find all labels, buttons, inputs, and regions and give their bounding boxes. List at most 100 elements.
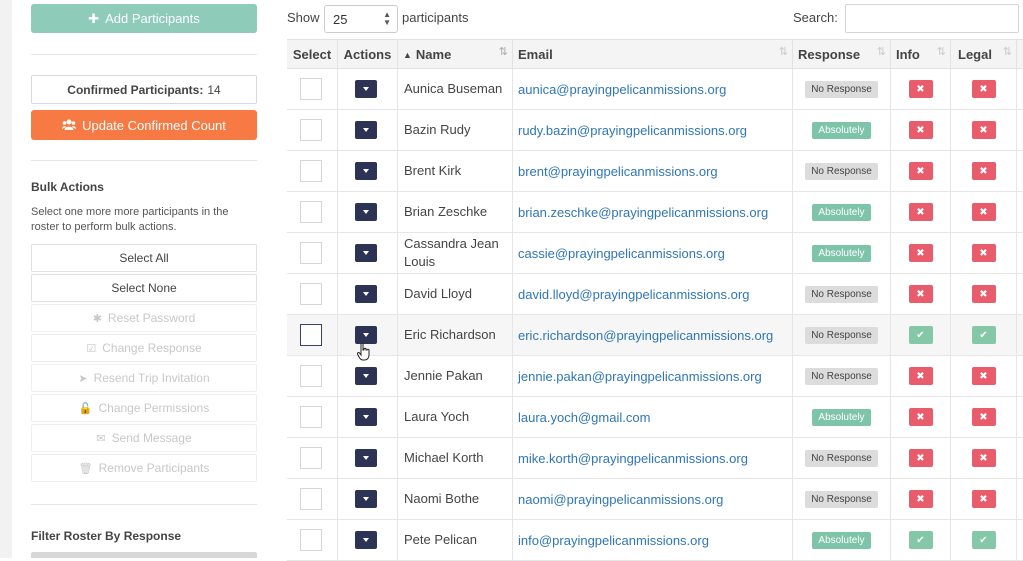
select-none-button[interactable]: Select None (31, 274, 257, 302)
row-actions-dropdown[interactable] (355, 490, 377, 508)
row-checkbox[interactable] (300, 119, 322, 141)
response-cell: No Response (793, 151, 891, 191)
times-icon[interactable]: ✖ (971, 244, 996, 262)
table-row[interactable]: Eric Richardson eric.richardson@prayingpe… (287, 315, 1023, 356)
participant-email-link[interactable]: jennie.pakan@prayingpelicanmissions.org (513, 369, 762, 384)
table-row[interactable]: Pete Pelican info@prayingpelicanmissions.… (287, 520, 1023, 561)
times-icon[interactable]: ✖ (971, 80, 996, 98)
reset-password-button[interactable]: ✱ Reset Password (31, 304, 257, 332)
participant-email-link[interactable]: naomi@prayingpelicanmissions.org (513, 492, 723, 507)
times-icon[interactable]: ✖ (971, 121, 996, 139)
check-icon[interactable]: ✔ (971, 531, 996, 549)
filter-response-bar[interactable] (31, 552, 257, 558)
select-all-button[interactable]: Select All (31, 244, 257, 272)
row-actions-dropdown[interactable] (355, 203, 377, 221)
row-checkbox[interactable] (300, 529, 322, 551)
times-icon[interactable]: ✖ (908, 80, 933, 98)
change-response-button[interactable]: ☑ Change Response (31, 334, 257, 362)
table-row[interactable]: Naomi Bothe naomi@prayingpelicanmissions.… (287, 479, 1023, 520)
check-icon[interactable]: ✔ (908, 326, 933, 344)
times-icon[interactable]: ✖ (908, 285, 933, 303)
caret-down-icon (363, 169, 369, 173)
remove-participants-button[interactable]: 🗑 Remove Participants (31, 454, 257, 482)
table-row[interactable]: David Lloyd david.lloyd@prayingpelicanmis… (287, 274, 1023, 315)
times-icon[interactable]: ✖ (908, 203, 933, 221)
table-row[interactable]: Brent Kirk brent@prayingpelicanmissions.o… (287, 151, 1023, 192)
row-actions-dropdown[interactable] (355, 408, 377, 426)
times-icon[interactable]: ✖ (908, 244, 933, 262)
name-cell: Eric Richardson (398, 315, 513, 355)
row-actions-dropdown[interactable] (355, 121, 377, 139)
participant-email-link[interactable]: david.lloyd@prayingpelicanmissions.org (513, 287, 749, 302)
resend-trip-invitation-button[interactable]: ➤ Resend Trip Invitation (31, 364, 257, 392)
times-icon[interactable]: ✖ (971, 449, 996, 467)
times-icon[interactable]: ✖ (908, 121, 933, 139)
times-icon[interactable]: ✖ (908, 449, 933, 467)
table-row[interactable]: Bazin Rudy rudy.bazin@prayingpelicanmissi… (287, 110, 1023, 151)
times-icon[interactable]: ✖ (908, 162, 933, 180)
change-permissions-button[interactable]: 🔓 Change Permissions (31, 394, 257, 422)
participant-email-link[interactable]: mike.korth@prayingpelicanmissions.org (513, 451, 748, 466)
header-response[interactable]: Response ⇅ (793, 40, 891, 69)
row-actions-dropdown[interactable] (355, 244, 377, 262)
participant-email-link[interactable]: info@prayingpelicanmissions.org (513, 533, 709, 548)
times-icon[interactable]: ✖ (908, 367, 933, 385)
row-actions-dropdown[interactable] (355, 367, 377, 385)
participant-email-link[interactable]: brent@prayingpelicanmissions.org (513, 164, 718, 179)
participant-name: Brian Zeschke (404, 204, 488, 219)
row-actions-dropdown[interactable] (355, 162, 377, 180)
row-checkbox[interactable] (300, 488, 322, 510)
participant-email-link[interactable]: brian.zeschke@prayingpelicanmissions.org (513, 205, 768, 220)
check-icon[interactable]: ✔ (908, 531, 933, 549)
times-icon[interactable]: ✖ (971, 490, 996, 508)
row-actions-dropdown[interactable] (355, 531, 377, 549)
row-checkbox[interactable] (300, 365, 322, 387)
row-checkbox[interactable] (300, 160, 322, 182)
table-row[interactable]: Laura Yoch laura.yoch@gmail.com Absolutely… (287, 397, 1023, 438)
times-icon[interactable]: ✖ (971, 367, 996, 385)
caret-down-icon (363, 210, 369, 214)
row-actions-dropdown[interactable] (355, 449, 377, 467)
times-icon[interactable]: ✖ (971, 285, 996, 303)
row-checkbox[interactable] (300, 242, 322, 264)
row-checkbox[interactable] (300, 201, 322, 223)
row-actions-dropdown[interactable] (355, 80, 377, 98)
times-icon[interactable]: ✖ (971, 203, 996, 221)
response-cell: No Response (793, 315, 891, 355)
info-cell: ✖ (891, 151, 951, 191)
table-row[interactable]: Cassandra Jean Louis cassie@prayingpelica… (287, 233, 1023, 274)
participant-email-link[interactable]: cassie@prayingpelicanmissions.org (513, 246, 725, 261)
participant-email-link[interactable]: aunica@prayingpelicanmissions.org (513, 82, 726, 97)
header-legal[interactable]: Legal ⇅ (951, 40, 1017, 69)
participant-email-link[interactable]: rudy.bazin@prayingpelicanmissions.org (513, 123, 747, 138)
row-checkbox[interactable] (300, 78, 322, 100)
header-email[interactable]: Email ⇅ (513, 40, 793, 69)
send-message-button[interactable]: ✉ Send Message (31, 424, 257, 452)
times-icon[interactable]: ✖ (971, 162, 996, 180)
times-icon[interactable]: ✖ (908, 490, 933, 508)
row-checkbox[interactable] (300, 406, 322, 428)
legal-cell: ✖ (951, 479, 1017, 519)
row-actions-dropdown[interactable] (355, 285, 377, 303)
page-size-select[interactable]: 25 ▲ ▼ (324, 5, 398, 33)
header-info[interactable]: Info ⇅ (891, 40, 951, 69)
check-icon[interactable]: ✔ (971, 326, 996, 344)
update-confirmed-count-button[interactable]: Update Confirmed Count (31, 110, 257, 140)
times-icon[interactable]: ✖ (908, 408, 933, 426)
legal-cell: ✖ (951, 192, 1017, 232)
table-row[interactable]: Michael Korth mike.korth@prayingpelicanmi… (287, 438, 1023, 479)
participant-email-link[interactable]: laura.yoch@gmail.com (513, 410, 650, 425)
participant-email-link[interactable]: eric.richardson@prayingpelicanmissions.o… (513, 328, 773, 343)
row-checkbox[interactable] (300, 447, 322, 469)
header-name[interactable]: ▲ Name ⇅ (398, 40, 513, 69)
search-input[interactable] (845, 4, 1019, 33)
row-checkbox[interactable] (300, 324, 322, 346)
table-row[interactable]: Brian Zeschke brian.zeschke@prayingpelica… (287, 192, 1023, 233)
row-actions-dropdown[interactable] (355, 326, 377, 344)
response-badge: Absolutely (812, 408, 871, 426)
row-checkbox[interactable] (300, 283, 322, 305)
table-row[interactable]: Jennie Pakan jennie.pakan@prayingpelicanm… (287, 356, 1023, 397)
times-icon[interactable]: ✖ (971, 408, 996, 426)
add-participants-button[interactable]: ✚ Add Participants (31, 4, 257, 33)
table-row[interactable]: Aunica Buseman aunica@prayingpelicanmissi… (287, 69, 1023, 110)
